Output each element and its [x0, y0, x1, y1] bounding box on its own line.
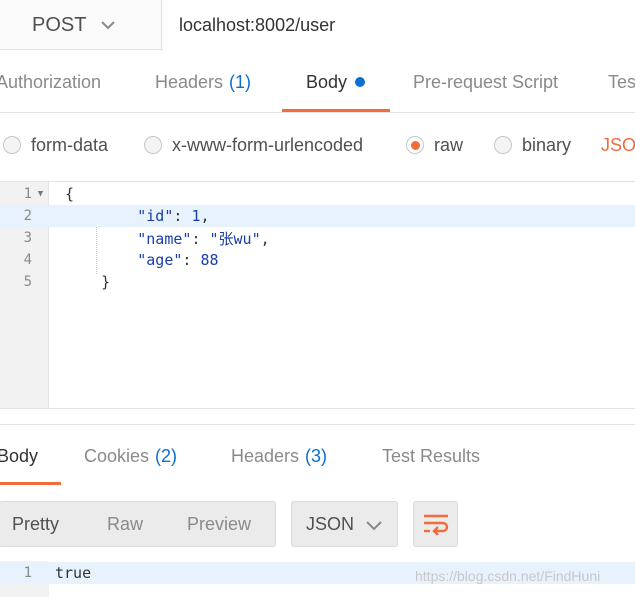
- request-tabs: Authorization Headers (1) Body Pre-reque…: [0, 51, 635, 113]
- wrap-lines-button[interactable]: [413, 501, 458, 547]
- active-tab-indicator: [282, 109, 390, 112]
- method-select[interactable]: POST: [0, 0, 162, 50]
- view-mode-group: Pretty Raw Preview: [0, 501, 276, 547]
- radio-circle-icon: [3, 136, 21, 154]
- response-format-select[interactable]: JSON: [291, 501, 398, 547]
- response-text: true: [55, 564, 92, 582]
- body-type-options: form-data x-www-form-urlencoded raw bina…: [0, 114, 635, 182]
- cookies-count: (2): [155, 445, 178, 466]
- response-tab-cookies[interactable]: Cookies (2): [84, 425, 177, 487]
- response-tab-test-results[interactable]: Test Results: [382, 425, 480, 487]
- tab-headers[interactable]: Headers (1): [155, 51, 251, 113]
- response-tabs: Body Cookies (2) Headers (3) Test Result…: [0, 424, 635, 486]
- response-headers-count: (3): [305, 445, 328, 466]
- view-pretty-button[interactable]: Pretty: [12, 502, 59, 546]
- radio-form-data[interactable]: form-data: [3, 114, 108, 176]
- url-input[interactable]: localhost:8002/user: [163, 0, 635, 50]
- tab-pre-request-script[interactable]: Pre-request Script: [413, 51, 558, 113]
- radio-circle-icon: [494, 136, 512, 154]
- radio-raw[interactable]: raw: [406, 114, 463, 176]
- code-line: 3 "name": "张wu",: [23, 229, 270, 248]
- code-line: 1 ▼ {: [23, 185, 75, 203]
- code-line: 2 "id": 1,: [0, 205, 635, 227]
- tab-body[interactable]: Body: [306, 51, 366, 113]
- method-label: POST: [32, 13, 87, 36]
- fold-arrow-icon[interactable]: ▼: [32, 189, 49, 199]
- response-tab-headers[interactable]: Headers (3): [231, 425, 327, 487]
- modified-dot-icon: [355, 77, 366, 87]
- chevron-down-icon: [101, 21, 116, 30]
- radio-x-www-form-urlencoded[interactable]: x-www-form-urlencoded: [144, 114, 363, 176]
- response-format-label: JSON: [306, 513, 355, 534]
- radio-selected-icon: [406, 136, 424, 154]
- body-format-dropdown[interactable]: JSON: [601, 114, 635, 176]
- tab-tests[interactable]: Tes: [608, 51, 635, 113]
- radio-binary[interactable]: binary: [494, 114, 571, 176]
- headers-count: (1): [229, 71, 252, 92]
- code-line: 4 "age": 88: [23, 251, 219, 269]
- wrap-lines-icon: [423, 514, 448, 535]
- url-text: localhost:8002/user: [179, 14, 336, 35]
- watermark-text: https://blog.csdn.net/FindHuni: [415, 568, 601, 584]
- response-tab-body[interactable]: Body: [0, 425, 38, 487]
- view-preview-button[interactable]: Preview: [187, 502, 251, 546]
- radio-circle-icon: [144, 136, 162, 154]
- code-line: 5 }: [23, 273, 111, 291]
- request-body-editor[interactable]: 1 ▼ { 2 "id": 1, 3 "name": "张wu", 4 "age…: [0, 182, 635, 409]
- view-raw-button[interactable]: Raw: [107, 502, 143, 546]
- tab-authorization[interactable]: Authorization: [0, 51, 101, 113]
- url-bar: POST localhost:8002/user: [0, 0, 635, 50]
- response-active-tab-indicator: [0, 482, 61, 485]
- chevron-down-icon: [366, 521, 382, 531]
